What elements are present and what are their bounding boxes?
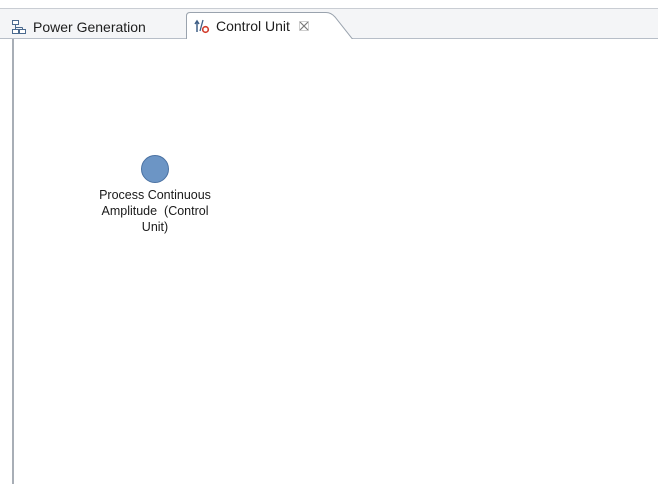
tab-power-generation[interactable]: Power Generation: [11, 13, 146, 40]
tab-control-unit[interactable]: Control Unit: [186, 12, 355, 41]
tab-label: Control Unit: [216, 18, 290, 34]
diagram-icon: [11, 19, 27, 35]
node-label-line1: Process Continuous: [99, 188, 211, 202]
tab-bar: Power Generation Control Unit: [0, 8, 658, 41]
diagram-canvas[interactable]: Process Continuous Amplitude (Control Un…: [12, 39, 658, 484]
tab-label: Power Generation: [33, 18, 146, 35]
node-label-line2: Amplitude (Control: [101, 204, 209, 218]
node-label-line3: Unit): [141, 220, 169, 234]
editor-window: Power Generation Control Unit Process Co…: [0, 0, 658, 484]
diagram-node[interactable]: Process Continuous Amplitude (Control Un…: [80, 155, 230, 235]
control-flow-icon: [194, 18, 210, 34]
node-circle[interactable]: [141, 155, 169, 183]
close-icon[interactable]: [299, 21, 309, 31]
